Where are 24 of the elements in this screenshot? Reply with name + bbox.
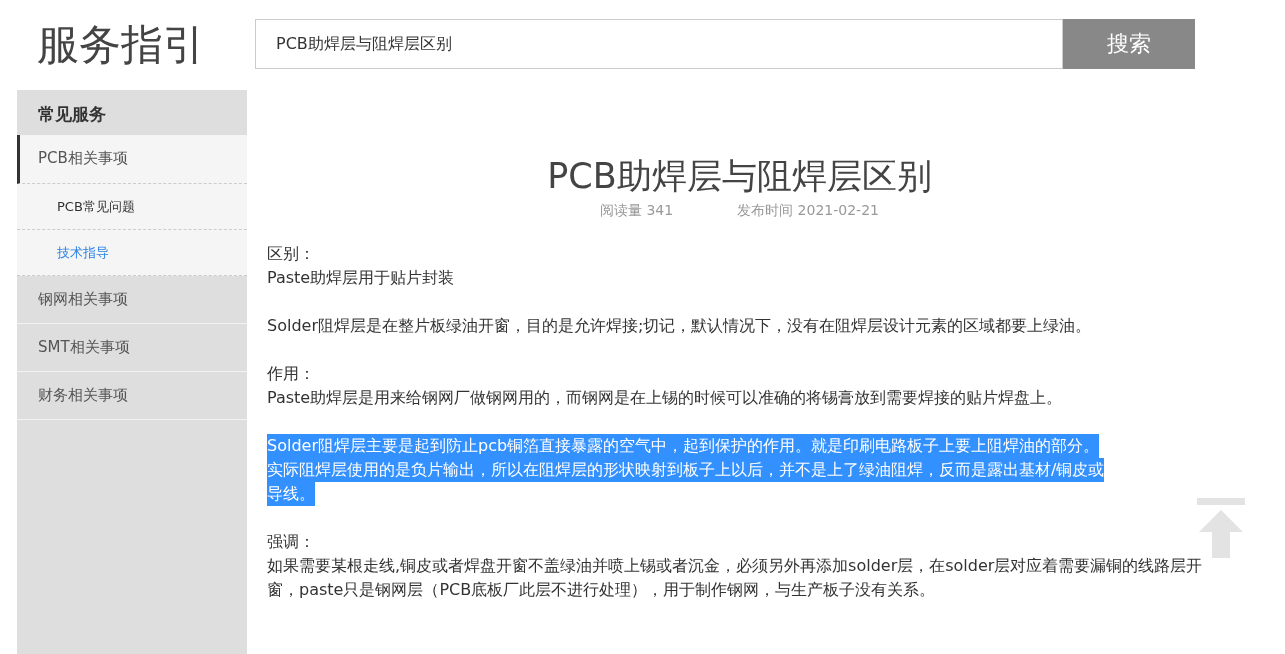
article-title: PCB助焊层与阻焊层区别 (546, 155, 933, 198)
article-text: Solder阻焊层主要是起到防止pcb铜箔直接暴露的空气中，起到保护的作用。就是印刷电路板子上要上阻焊油的部分。 (267, 434, 1100, 458)
publish-date: 发布时间 2021-02-21 (737, 202, 879, 220)
article-text: Paste助焊层用于贴片封装 (267, 267, 456, 289)
search-button[interactable]: 搜索 (1063, 19, 1195, 69)
sidebar-item[interactable]: PCB相关事项 (17, 135, 247, 184)
sidebar-item[interactable]: 财务相关事项 (17, 372, 247, 420)
article-text: 如果需要某根走线,铜皮或者焊盘开窗不盖绿油并喷上锡或者沉金，必须另外再添加solder层，在solder层对应着需要漏铜的线路层开窗，paste只是钢网层（PCB底板厂此层不进行处理），用于制作钢网，与生产板子没有关系。 (267, 555, 1204, 601)
sidebar-heading: 常见服务 (37, 103, 107, 126)
sidebar-item[interactable]: 钢网相关事项 (17, 276, 247, 324)
article-text: 导线。 (267, 482, 315, 506)
article-text: Paste助焊层是用来给钢网厂做钢网用的，而钢网是在上锡的时候可以准确的将锡膏放到需要焊接的贴片焊盘上。 (267, 387, 1064, 409)
sidebar-item[interactable]: SMT相关事项 (17, 324, 247, 372)
read-count: 阅读量 341 (600, 202, 674, 220)
sidebar-subitem[interactable]: PCB常见问题 (17, 184, 247, 230)
article-text: 作用： (267, 363, 316, 385)
page-title: 服务指引 (36, 20, 206, 70)
back-to-top-icon[interactable] (1197, 498, 1245, 558)
article-text: Solder阻焊层是在整片板绿油开窗，目的是允许焊接;切记，默认情况下，没有在阻焊层设计元素的区域都要上绿油。 (267, 315, 1093, 337)
article-text: 区别： (267, 243, 316, 265)
article-text: 强调： (267, 531, 316, 553)
sidebar-subitem[interactable]: 技术指导 (17, 230, 247, 276)
article-text: 实际阻焊层使用的是负片输出，所以在阻焊层的形状映射到板子上以后，并不是上了绿油阻焊，反而是露出基材/铜皮或 (267, 458, 1105, 482)
search-field[interactable]: PCB助焊层与阻焊层区别 (255, 19, 1063, 69)
